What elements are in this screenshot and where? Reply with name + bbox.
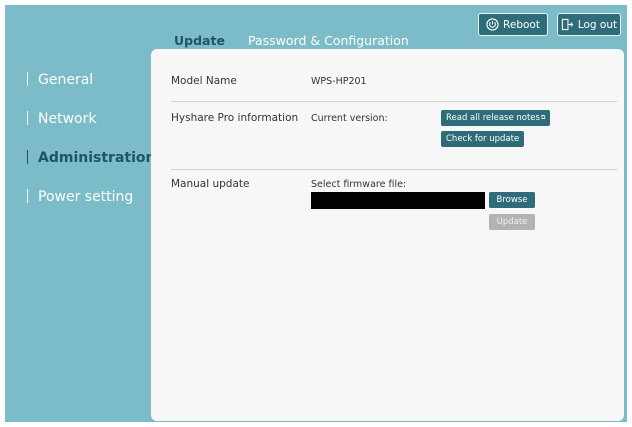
divider: [171, 169, 617, 170]
read-release-notes-label: Read all release notes: [446, 113, 540, 123]
sidebar-item-label: Administration: [38, 150, 156, 166]
sidebar-marker: [27, 189, 28, 203]
divider: [171, 101, 617, 102]
model-name-label: Model Name: [171, 75, 237, 87]
sidebar-item-network[interactable]: Network: [27, 111, 96, 127]
power-icon: [486, 18, 499, 31]
sidebar-item-label: General: [38, 72, 94, 88]
firmware-file-input[interactable]: [311, 192, 485, 209]
logout-button[interactable]: Log out: [557, 13, 621, 36]
sidebar-item-label: Power setting: [38, 189, 134, 205]
sidebar-item-administration[interactable]: Administration: [27, 150, 155, 166]
select-firmware-label: Select firmware file:: [311, 179, 407, 190]
model-name-value: WPS-HP201: [311, 76, 367, 87]
reboot-button[interactable]: Reboot: [478, 13, 548, 36]
hyshare-info-label: Hyshare Pro information: [171, 112, 299, 124]
current-version-label: Current version:: [311, 113, 388, 124]
logout-icon: [561, 18, 574, 31]
sidebar-marker: [27, 72, 28, 86]
external-link-icon: ⧉: [540, 114, 546, 121]
browse-button[interactable]: Browse: [489, 192, 535, 208]
update-label: Update: [496, 217, 528, 227]
app-frame: Reboot Log out Update Password & Configu…: [5, 5, 627, 422]
manual-update-label: Manual update: [171, 178, 250, 190]
reboot-label: Reboot: [503, 18, 540, 31]
read-release-notes-button[interactable]: Read all release notes ⧉: [441, 110, 551, 126]
logout-label: Log out: [577, 18, 618, 31]
update-button[interactable]: Update: [489, 214, 535, 230]
sidebar-item-power-setting[interactable]: Power setting: [27, 189, 133, 205]
tab-password-configuration[interactable]: Password & Configuration: [248, 33, 409, 48]
browse-label: Browse: [496, 195, 528, 205]
check-for-update-label: Check for update: [446, 134, 520, 144]
check-for-update-button[interactable]: Check for update: [441, 131, 525, 147]
sidebar-marker: [27, 150, 28, 164]
update-panel: Model Name WPS-HP201 Hyshare Pro informa…: [151, 49, 624, 421]
sidebar-item-label: Network: [38, 111, 97, 127]
sidebar-marker: [27, 111, 28, 125]
sidebar-item-general[interactable]: General: [27, 72, 93, 88]
